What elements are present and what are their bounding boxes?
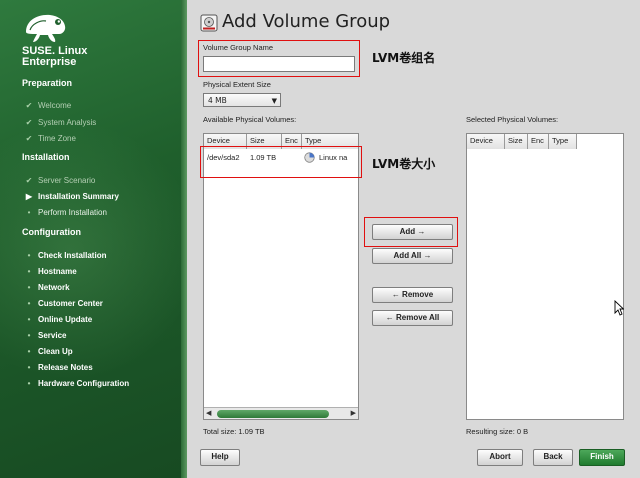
step-clean-up: • Clean Up [24,347,73,356]
annotation-box-pv-size [200,146,362,178]
annotation-vg-name-note: LVM卷组名 [372,51,436,65]
selected-volumes-label: Selected Physical Volumes: [466,115,559,124]
step-perform-installation: • Perform Installation [24,208,107,217]
step-system-analysis: ✔ System Analysis [24,118,97,127]
section-installation: Installation [22,152,70,162]
product-name: SUSE. Linux Enterprise [22,46,87,68]
step-label: Network [38,283,70,292]
step-hostname: • Hostname [24,267,77,276]
step-hardware-configuration: • Hardware Configuration [24,379,130,388]
checkmark-icon: ✔ [25,101,33,110]
step-label: Customer Center [38,299,103,308]
add-all-button[interactable]: Add All → [372,248,453,264]
physical-extent-size-label: Physical Extent Size [203,80,271,89]
step-label: System Analysis [38,118,97,127]
step-server-scenario: ✔ Server Scenario [24,176,96,185]
step-welcome: ✔ Welcome [24,101,72,110]
physical-extent-size-value: 4 MB [208,96,227,105]
bullet-icon: • [27,267,31,276]
step-release-notes: • Release Notes [24,363,93,372]
sidebar: SUSE. Linux Enterprise Preparation ✔ Welc… [0,0,187,478]
suse-chameleon-logo [26,14,66,42]
step-label: Online Update [38,315,93,324]
step-label: Perform Installation [38,208,107,217]
bullet-icon: • [27,331,31,340]
step-label: Time Zone [38,134,76,143]
scroll-right-icon[interactable]: ▶ [351,409,356,417]
table-header: Device Size Enc Type [467,134,577,149]
remove-button[interactable]: ← Remove [372,287,453,303]
section-configuration: Configuration [22,227,81,237]
remove-all-button[interactable]: ← Remove All [372,310,453,326]
step-label: Service [38,331,67,340]
column-header-size[interactable]: Size [505,134,528,149]
section-preparation: Preparation [22,78,73,88]
resulting-size-text: Resulting size: 0 B [466,427,529,436]
step-label: Hostname [38,267,77,276]
step-check-installation: • Check Installation [24,251,107,260]
abort-button[interactable]: Abort [477,449,523,466]
step-installation-summary: ▶ Installation Summary [24,192,119,201]
total-size-text: Total size: 1.09 TB [203,427,265,436]
column-header-type[interactable]: Type [549,134,577,149]
chevron-down-icon: ▼ [271,97,277,105]
bullet-icon: • [27,299,31,308]
available-volumes-label: Available Physical Volumes: [203,115,297,124]
step-label: Installation Summary [38,192,119,201]
step-label: Hardware Configuration [38,379,130,388]
horizontal-scrollbar[interactable]: ◀ ▶ [204,407,358,419]
current-step-arrow-icon: ▶ [25,192,33,201]
bullet-icon: • [27,283,31,292]
step-label: Server Scenario [38,176,96,185]
finish-button[interactable]: Finish [579,449,625,466]
page-title: Add Volume Group [222,11,391,32]
back-button[interactable]: Back [533,449,573,466]
annotation-box-add-button [364,217,458,247]
step-customer-center: • Customer Center [24,299,103,308]
physical-extent-size-select[interactable]: 4 MB ▼ [203,93,281,107]
annotation-pv-size-note: LVM卷大小 [372,157,436,171]
main-panel: Add Volume Group Volume Group Name Physi… [187,0,640,478]
step-service: • Service [24,331,67,340]
bullet-icon: • [27,208,31,217]
bullet-icon: • [27,347,31,356]
annotation-box-vg-name [198,40,360,77]
scroll-left-icon[interactable]: ◀ [206,409,211,417]
checkmark-icon: ✔ [25,134,33,143]
selected-volumes-table[interactable]: Device Size Enc Type [466,133,624,420]
bullet-icon: • [27,363,31,372]
step-label: Check Installation [38,251,107,260]
step-label: Release Notes [38,363,93,372]
bullet-icon: • [27,315,31,324]
step-online-update: • Online Update [24,315,93,324]
scrollbar-thumb[interactable] [217,410,329,418]
step-label: Clean Up [38,347,73,356]
checkmark-icon: ✔ [25,118,33,127]
help-button[interactable]: Help [200,449,240,466]
mouse-cursor-icon [614,300,624,316]
bullet-icon: • [27,379,31,388]
bullet-icon: • [27,251,31,260]
step-time-zone: ✔ Time Zone [24,134,76,143]
column-header-enc[interactable]: Enc [528,134,549,149]
hard-disk-icon [200,14,218,32]
step-label: Welcome [38,101,72,110]
column-header-device[interactable]: Device [467,134,505,149]
checkmark-icon: ✔ [25,176,33,185]
brand-line-2: Enterprise [22,56,77,68]
step-network: • Network [24,283,70,292]
